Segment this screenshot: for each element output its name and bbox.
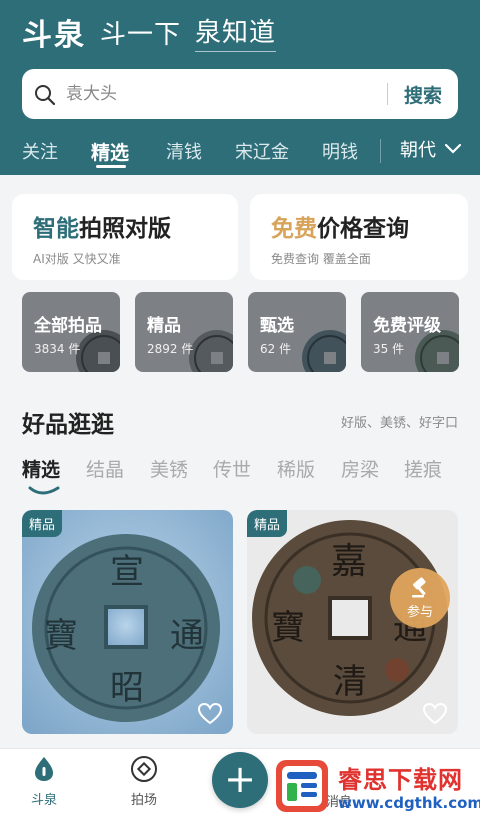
nav-auction-hall-label: 拍场 [130, 793, 157, 808]
tile-all-lots-title: 全部拍品 [34, 316, 102, 336]
filter-featured[interactable]: 精选 [22, 455, 60, 482]
filter-heirloom[interactable]: 传世 [213, 455, 251, 482]
photo-match-title: 智能拍照对版 [33, 209, 171, 243]
price-query-title: 免费价格查询 [271, 209, 409, 243]
price-query-title-highlight: 免费 [271, 216, 317, 242]
search-input[interactable] [54, 69, 387, 119]
tabs-divider [380, 139, 381, 163]
search-icon [34, 84, 56, 106]
coin-char-left: 寶 [44, 616, 78, 656]
tile-selected-title: 甄选 [260, 316, 294, 336]
product-badge: 精品 [247, 510, 288, 537]
brand-slogan-1: 斗一下 [100, 19, 182, 50]
nav-auction-hall[interactable]: 拍场 [114, 755, 174, 808]
chevron-down-icon [444, 143, 462, 154]
coin-thumbnail-icon [302, 330, 346, 372]
filter-rare[interactable]: 稀版 [277, 455, 315, 482]
search-bar[interactable]: 搜索 [22, 69, 458, 119]
brand-logo: 斗泉 斗一下 泉知道 [22, 10, 277, 54]
tile-selected-count: 62 件 [260, 342, 292, 356]
tab-featured[interactable]: 精选 [91, 138, 129, 165]
coin-char-left: 寶 [271, 608, 305, 648]
tile-selected[interactable]: 甄选 62 件 [248, 292, 346, 372]
tile-fine-count: 2892 件 [147, 342, 194, 356]
brand-name: 斗泉 [22, 18, 86, 53]
watermark-url: www.cdgthk.com [338, 794, 480, 812]
tile-free-grading-count: 35 件 [373, 342, 405, 356]
tile-free-grading-title: 免费评级 [373, 316, 441, 336]
heart-icon[interactable] [422, 702, 448, 726]
watermark: 睿思下载网 www.cdgthk.com [268, 752, 480, 818]
filter-beam[interactable]: 房梁 [341, 455, 379, 482]
product-card[interactable]: 宣 通 昭 寶 精品 [22, 510, 233, 734]
publish-button[interactable]: + [212, 752, 268, 808]
home-drop-icon [35, 757, 53, 781]
section-tags: 好版、美锈、好字口 [340, 416, 458, 431]
heart-icon[interactable] [197, 702, 223, 726]
header: 斗泉 斗一下 泉知道 搜索 关注 精选 清钱 宋辽金 明钱 朝代 [0, 0, 480, 175]
product-badge: 精品 [22, 510, 63, 537]
coin-char-right: 通 [170, 616, 204, 656]
watermark-logo [276, 760, 328, 812]
watermark-title: 睿思下载网 [338, 766, 463, 794]
coin-char-bottom: 清 [333, 662, 367, 702]
tile-all-lots-count: 3834 件 [34, 342, 81, 356]
photo-match-subtitle: AI对版 又快又准 [33, 252, 121, 266]
tile-free-grading[interactable]: 免费评级 35 件 [361, 292, 459, 372]
nav-home-label: 斗泉 [30, 793, 57, 808]
price-query-subtitle: 免费查询 覆盖全面 [271, 252, 371, 266]
tile-all-lots[interactable]: 全部拍品 3834 件 [22, 292, 120, 372]
tile-fine-title: 精品 [147, 316, 181, 336]
tab-song-liao-jin[interactable]: 宋辽金 [235, 138, 289, 164]
search-button[interactable]: 搜索 [388, 69, 458, 119]
section-title: 好品逛逛 [22, 412, 114, 438]
price-query-title-rest: 价格查询 [317, 216, 409, 242]
active-filter-indicator [28, 486, 60, 495]
gavel-icon [412, 577, 426, 598]
photo-match-card[interactable]: 智能拍照对版 AI对版 又快又准 [12, 194, 238, 280]
filter-rub-marks[interactable]: 搓痕 [404, 455, 442, 482]
auction-participate-label: 参与 [406, 605, 433, 620]
tab-qing-coins[interactable]: 清钱 [166, 138, 202, 164]
dynasty-label: 朝代 [400, 140, 436, 161]
photo-match-title-rest: 拍照对版 [79, 216, 171, 242]
auction-hall-icon [131, 756, 157, 782]
tab-following[interactable]: 关注 [22, 138, 58, 164]
coin-char-top: 嘉 [331, 541, 368, 582]
dynasty-dropdown[interactable]: 朝代 [400, 136, 462, 162]
filter-nice-rust[interactable]: 美锈 [150, 455, 188, 482]
filter-crystal[interactable]: 结晶 [86, 455, 124, 482]
tab-ming-coins[interactable]: 明钱 [322, 138, 358, 164]
price-query-card[interactable]: 免费价格查询 免费查询 覆盖全面 [250, 194, 468, 280]
tile-fine[interactable]: 精品 2892 件 [135, 292, 233, 372]
category-tabs: 关注 精选 清钱 宋辽金 明钱 朝代 [0, 128, 480, 174]
photo-match-title-highlight: 智能 [33, 216, 79, 242]
brand-slogan-2: 泉知道 [195, 12, 277, 52]
coin-char-top: 宣 [110, 552, 144, 592]
coin-thumbnail-icon [189, 330, 233, 372]
auction-participate-button[interactable]: 参与 [390, 568, 450, 628]
active-tab-indicator [96, 165, 126, 168]
nav-home[interactable]: 斗泉 [14, 755, 74, 808]
coin-char-bottom: 昭 [110, 668, 144, 708]
